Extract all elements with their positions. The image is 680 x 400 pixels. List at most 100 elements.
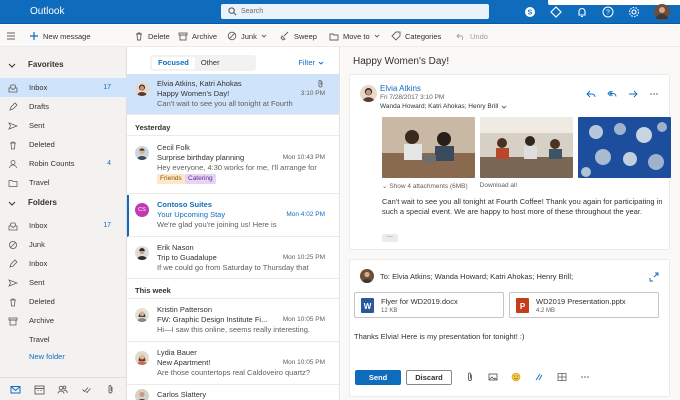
nav-label: Sent xyxy=(29,278,45,287)
inbox-icon xyxy=(8,84,18,92)
paperclip-icon[interactable] xyxy=(465,372,475,382)
mail-icon[interactable] xyxy=(10,384,21,395)
list-item[interactable]: Kristin Patterson FW: Graphic Design Ins… xyxy=(127,300,339,342)
nav-favorites-deleted[interactable]: Deleted xyxy=(0,135,127,154)
diamond-icon[interactable] xyxy=(550,6,562,18)
forward-icon[interactable] xyxy=(628,89,638,99)
recipients-text: Wanda Howard; Katri Ahokas; Henry Brill xyxy=(380,103,499,110)
attachment-file[interactable]: W Flyer for WD2019.docx 12 KB xyxy=(354,292,504,318)
attachment-file[interactable]: P WD2019 Presentation.pptx 4.2 MB xyxy=(509,292,659,318)
nav-favorites-inbox[interactable]: Inbox 17 xyxy=(0,78,127,97)
nav-folder-travel[interactable]: Travel xyxy=(0,330,127,349)
nav-folder-archive[interactable]: Archive xyxy=(0,311,127,330)
delete-button[interactable]: Delete xyxy=(134,29,170,43)
new-message-button[interactable]: New message xyxy=(29,29,91,43)
message-sender[interactable]: Elvia Atkins xyxy=(380,84,421,93)
message-time: Mon 10:25 PM xyxy=(282,254,325,261)
compose-toolbar xyxy=(465,372,590,382)
junk-button[interactable]: Junk xyxy=(227,29,267,43)
nav-favorites-travel[interactable]: Travel xyxy=(0,173,127,192)
nav-label: Inbox xyxy=(29,259,48,268)
format-painter-icon[interactable] xyxy=(534,372,544,382)
people-icon[interactable] xyxy=(57,384,69,395)
nav-folder-junk[interactable]: Junk xyxy=(0,235,127,254)
nav-favorites-robin-counts[interactable]: Robin Counts 4 xyxy=(0,154,127,173)
reply-recipients[interactable]: To: Elvia Atkins; Wanda Howard; Katri Ah… xyxy=(380,272,573,281)
nav-favorites-sent[interactable]: Sent xyxy=(0,116,127,135)
expand-quoted-button[interactable]: ... xyxy=(382,232,398,242)
nav-label: Sent xyxy=(29,121,45,130)
message-subject: Your Upcoming Stay xyxy=(157,210,226,219)
discard-button[interactable]: Discard xyxy=(406,370,452,385)
app-title[interactable]: Outlook xyxy=(30,6,64,17)
image-icon[interactable] xyxy=(488,372,498,382)
attachment-thumbnail[interactable] xyxy=(382,117,475,178)
nav-label: Deleted xyxy=(29,297,55,306)
tag-icon xyxy=(391,31,401,41)
list-item[interactable]: Lydia Bauer New Apartment! Mon 10:05 PM … xyxy=(127,343,339,385)
reply-icon[interactable] xyxy=(586,89,596,99)
gear-icon[interactable] xyxy=(628,6,640,18)
send-icon xyxy=(8,121,18,130)
more-icon[interactable] xyxy=(649,89,659,99)
hamburger-menu-icon[interactable] xyxy=(6,31,16,41)
archive-button[interactable]: Archive xyxy=(178,29,217,43)
avatar[interactable] xyxy=(654,4,670,20)
category-tag-friends[interactable]: Friends xyxy=(157,174,185,184)
skype-icon[interactable]: S xyxy=(524,6,536,18)
nav-favorites-drafts[interactable]: Drafts xyxy=(0,97,127,116)
attachment-thumbnail[interactable] xyxy=(578,117,671,178)
undo-button[interactable]: Undo xyxy=(456,29,488,43)
list-item[interactable]: Elvia Atkins, Katri Ahokas Happy Women's… xyxy=(127,74,339,115)
category-tag-catering[interactable]: Catering xyxy=(185,174,216,184)
move-to-button[interactable]: Move to xyxy=(329,29,380,43)
message-sender: Lydia Bauer xyxy=(157,348,197,357)
list-item[interactable]: Erik Nason Trip to Guadalupe Mon 10:25 P… xyxy=(127,238,339,279)
reply-all-icon[interactable] xyxy=(607,89,617,99)
categories-button[interactable]: Categories xyxy=(391,29,441,43)
table-icon[interactable] xyxy=(557,372,567,382)
nav-folder-inbox-2[interactable]: Inbox xyxy=(0,254,127,273)
tab-other[interactable]: Other xyxy=(195,57,226,69)
pop-out-icon[interactable] xyxy=(649,272,659,282)
list-item[interactable]: Carlos Slattery xyxy=(127,386,339,400)
section-header-yesterday: Yesterday xyxy=(127,120,339,136)
message-recipients[interactable]: Wanda Howard; Katri Ahokas; Henry Brill xyxy=(380,103,507,110)
bell-icon[interactable] xyxy=(576,6,588,18)
folders-header[interactable]: Folders xyxy=(8,198,57,207)
new-folder-link[interactable]: New folder xyxy=(29,352,65,361)
calendar-icon[interactable] xyxy=(34,384,45,395)
emoji-icon[interactable] xyxy=(511,372,521,382)
svg-text:S: S xyxy=(528,10,533,17)
archive-label: Archive xyxy=(192,31,218,41)
chevron-down-icon xyxy=(8,63,16,68)
avatar xyxy=(135,82,149,96)
message-subject: New Apartment! xyxy=(157,358,211,367)
block-icon xyxy=(9,240,17,249)
download-all-link[interactable]: Download all xyxy=(480,182,517,190)
message-card: Elvia Atkins Fri 7/28/2017 3:10 PM Wanda… xyxy=(349,74,671,250)
search-box[interactable]: Search xyxy=(221,4,489,19)
attachment-thumbnail[interactable] xyxy=(480,117,573,178)
tab-focused[interactable]: Focused xyxy=(152,57,195,69)
reply-body-input[interactable]: Thanks Elvia! Here is my presentation fo… xyxy=(354,332,525,341)
show-attachments-link[interactable]: ⌄ Show 4 attachments (6MB) xyxy=(382,182,468,190)
nav-folder-inbox[interactable]: Inbox 17 xyxy=(0,216,127,235)
paperclip-icon[interactable] xyxy=(105,384,116,395)
help-icon[interactable]: ? xyxy=(602,6,614,18)
list-item[interactable]: Cecil Folk Surprise birthday planning Mo… xyxy=(127,138,339,194)
powerpoint-file-icon: P xyxy=(516,298,529,313)
sweep-button[interactable]: Sweep xyxy=(280,29,317,43)
nav-folder-deleted[interactable]: Deleted xyxy=(0,292,127,311)
list-item[interactable]: CS Contoso Suites Your Upcoming Stay Mon… xyxy=(127,195,339,237)
message-subject: Trip to Guadalupe xyxy=(157,253,217,262)
send-button[interactable]: Send xyxy=(355,370,401,385)
tasks-icon[interactable] xyxy=(81,384,92,395)
folder-move-icon xyxy=(329,33,339,41)
nav-folder-sent[interactable]: Sent xyxy=(0,273,127,292)
message-list: Focused Other Filter Elvia Atkins, Katri… xyxy=(127,47,340,400)
favorites-header[interactable]: Favorites xyxy=(8,60,64,69)
more-icon[interactable] xyxy=(580,372,590,382)
filter-button[interactable]: Filter xyxy=(298,58,324,67)
message-subject: FW: Graphic Design Institute Fi... xyxy=(157,315,268,324)
